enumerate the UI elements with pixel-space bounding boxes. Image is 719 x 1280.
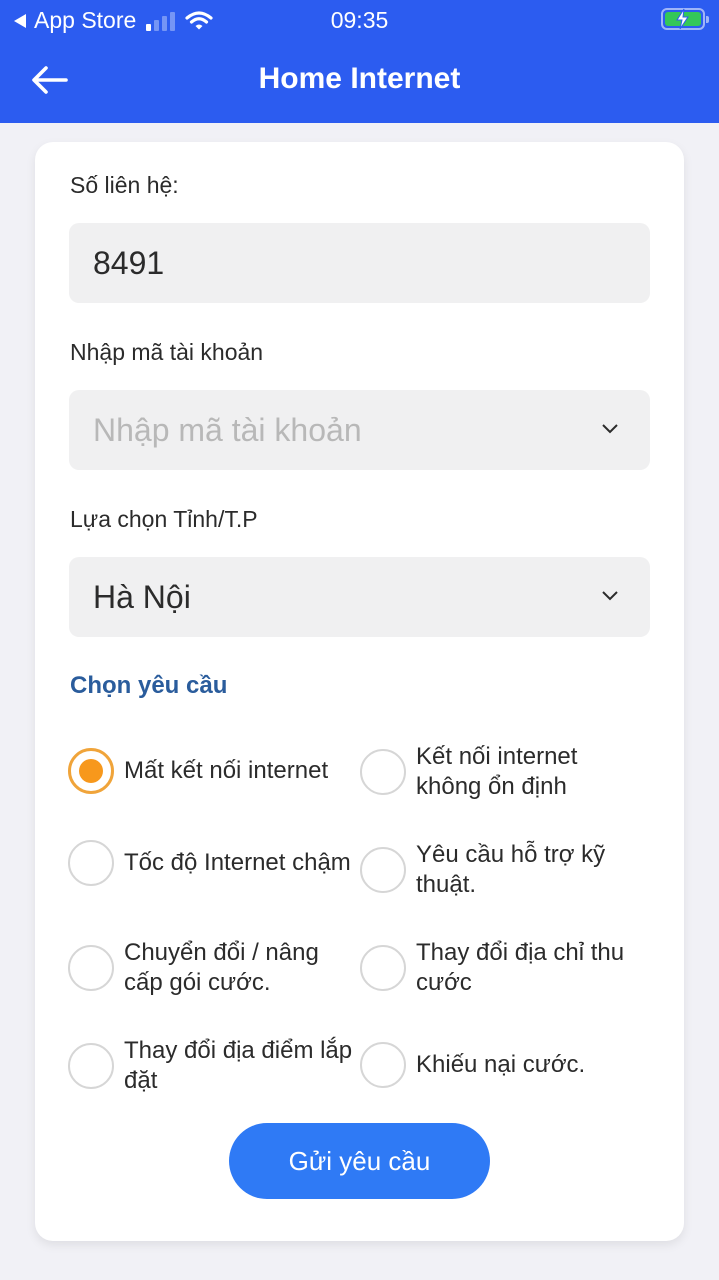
chevron-down-icon <box>602 591 618 601</box>
option-label: Thay đổi địa điểm lắp đặt <box>124 1037 353 1094</box>
app-header: App Store 09:35 Home Internet <box>0 0 719 123</box>
status-time: 09:35 <box>330 7 389 33</box>
option-label: Chuyển đổi / nâng cấp gói cước. <box>124 939 319 996</box>
option-change-plan[interactable]: Chuyển đổi / nâng cấp gói cước. <box>68 938 354 998</box>
radio-button[interactable] <box>68 748 114 794</box>
option-label: Mất kết nối internet <box>124 757 329 784</box>
radio-button[interactable] <box>68 1043 114 1089</box>
account-code-placeholder: Nhập mã tài khoản <box>93 411 362 448</box>
province-label: Lựa chọn Tỉnh/T.P <box>70 506 258 532</box>
option-tech-support[interactable]: Yêu cầu hỗ trợ kỹ thuật. <box>360 840 646 900</box>
option-label: Thay đổi địa chỉ thu cước <box>416 939 625 996</box>
option-unstable-connection[interactable]: Kết nối internet không ổn định <box>360 742 646 802</box>
option-change-billing-address[interactable]: Thay đổi địa chỉ thu cước <box>360 938 646 998</box>
radio-button[interactable] <box>360 945 406 991</box>
request-section-title: Chọn yêu cầu <box>70 672 228 699</box>
status-bar: App Store 09:35 <box>0 0 719 40</box>
option-billing-complaint[interactable]: Khiếu nại cước. <box>360 1042 646 1088</box>
option-lost-connection[interactable]: Mất kết nối internet <box>68 748 354 794</box>
option-slow-speed[interactable]: Tốc độ Internet chậm <box>68 840 354 886</box>
option-label: Kết nối internet không ổn định <box>416 743 578 800</box>
contact-number-input[interactable]: 8491 <box>69 223 650 303</box>
account-code-select[interactable]: Nhập mã tài khoản <box>69 390 650 470</box>
option-change-install-location[interactable]: Thay đổi địa điểm lắp đặt <box>68 1036 354 1096</box>
radio-button[interactable] <box>360 1042 406 1088</box>
option-label: Yêu cầu hỗ trợ kỹ thuật. <box>416 841 606 898</box>
contact-label: Số liên hệ: <box>70 172 179 198</box>
request-form-card: Số liên hệ: 8491 Nhập mã tài khoản Nhập … <box>35 142 684 1241</box>
radio-button[interactable] <box>360 749 406 795</box>
battery-charging-icon <box>661 8 709 30</box>
chevron-down-icon <box>602 424 618 434</box>
province-value: Hà Nội <box>93 578 191 615</box>
radio-button[interactable] <box>68 840 114 886</box>
province-select[interactable]: Hà Nội <box>69 557 650 637</box>
submit-request-button[interactable]: Gửi yêu cầu <box>229 1123 490 1199</box>
radio-button[interactable] <box>360 847 406 893</box>
option-label: Khiếu nại cước. <box>416 1051 586 1078</box>
account-label: Nhập mã tài khoản <box>70 339 264 365</box>
page-title: Home Internet <box>258 62 461 95</box>
radio-button[interactable] <box>68 945 114 991</box>
option-label: Tốc độ Internet chậm <box>124 849 351 876</box>
contact-number-value: 8491 <box>93 244 165 281</box>
